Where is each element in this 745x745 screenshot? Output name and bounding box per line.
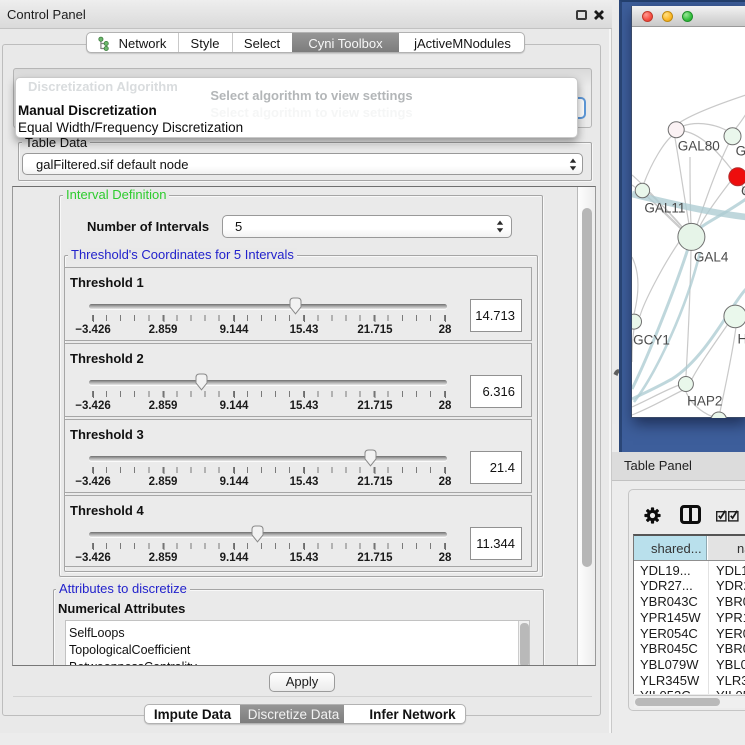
svg-text:HI: HI	[738, 331, 745, 346]
svg-text:GA: GA	[736, 144, 745, 159]
svg-text:GAL11: GAL11	[644, 200, 685, 215]
svg-text:GAL4: GAL4	[694, 250, 729, 265]
svg-text:HAP2: HAP2	[687, 394, 722, 409]
svg-text:GCY1: GCY1	[633, 333, 670, 348]
svg-text:CO: CO	[741, 183, 745, 198]
svg-text:GAL80: GAL80	[678, 139, 720, 154]
